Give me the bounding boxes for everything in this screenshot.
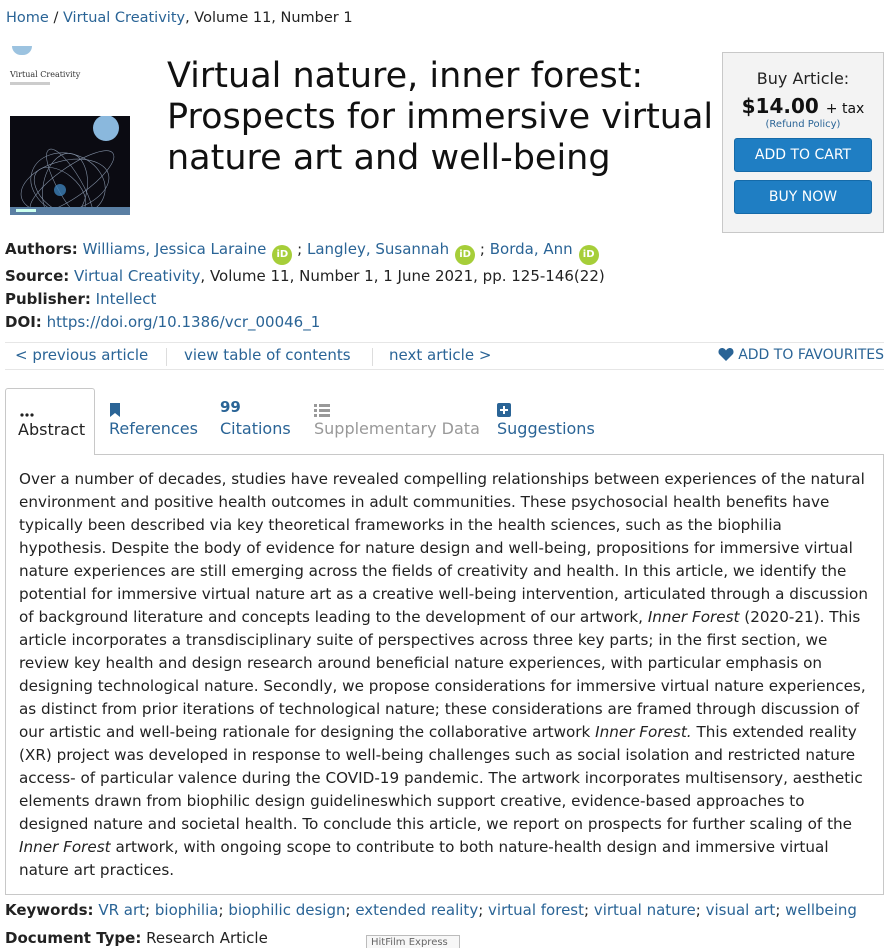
keyword-link[interactable]: biophilia: [155, 901, 219, 919]
document-type-row: Document Type: Research Article: [5, 929, 268, 947]
artwork-title: Inner Forest.: [595, 723, 692, 741]
authors-row: Authors: Williams, Jessica Laraine iD ; L…: [5, 238, 605, 265]
document-type-label: Document Type:: [5, 929, 142, 947]
article-navigation: < previous article view table of content…: [5, 342, 884, 370]
title-line-3: nature art and well-being: [167, 138, 611, 178]
price-tax: + tax: [825, 101, 865, 117]
cover-subtitle-bar: [10, 82, 50, 85]
tab-references-label: References: [109, 419, 198, 438]
table-of-contents-link[interactable]: view table of contents: [184, 346, 351, 364]
add-to-favourites-button[interactable]: ADD TO FAVOURITES: [718, 347, 884, 363]
breadcrumb-separator: /: [53, 10, 59, 26]
tab-abstract-label: Abstract: [18, 420, 86, 439]
heart-icon: [718, 348, 734, 361]
article-metadata: Authors: Williams, Jessica Laraine iD ; L…: [5, 238, 605, 334]
orcid-icon[interactable]: iD: [455, 245, 476, 265]
title-line-1: Virtual nature, inner forest:: [167, 56, 644, 96]
quote-icon: 99: [220, 398, 241, 416]
doi-label: DOI:: [5, 313, 42, 331]
keyword-link[interactable]: virtual forest: [488, 901, 584, 919]
source-details: , Volume 11, Number 1, 1 June 2021, pp. …: [200, 267, 605, 285]
artwork-title: Inner Forest: [647, 608, 740, 626]
keyword-separator: ;: [345, 901, 351, 919]
cover-decoration: [12, 46, 32, 55]
source-label: Source:: [5, 267, 70, 285]
publisher-link[interactable]: Intellect: [96, 290, 157, 308]
breadcrumb-home-link[interactable]: Home: [6, 10, 49, 26]
abstract-text-part: artwork, with ongoing scope to contribut…: [19, 838, 829, 879]
cover-journal-title: Virtual Creativity: [10, 70, 81, 79]
add-to-cart-button[interactable]: ADD TO CART: [734, 138, 872, 172]
cover-footer-bar: [10, 207, 130, 215]
keyword-separator: ;: [145, 901, 151, 919]
author-link[interactable]: Williams, Jessica Laraine: [83, 240, 267, 258]
keyword-link[interactable]: extended reality: [355, 901, 478, 919]
keyword-link[interactable]: wellbeing: [785, 901, 857, 919]
journal-cover-image[interactable]: Virtual Creativity: [7, 46, 130, 215]
keywords-label: Keywords:: [5, 901, 94, 919]
orcid-icon[interactable]: iD: [578, 245, 599, 265]
tab-citations[interactable]: 99 Citations: [206, 388, 298, 455]
source-row: Source: Virtual Creativity, Volume 11, N…: [5, 265, 605, 288]
keyword-separator: ;: [478, 901, 484, 919]
tab-suggestions[interactable]: Suggestions: [483, 388, 595, 455]
breadcrumb-issue: , Volume 11, Number 1: [185, 10, 353, 26]
price: $14.00 + tax: [723, 94, 883, 118]
keyword-link[interactable]: visual art: [706, 901, 776, 919]
authors-label: Authors:: [5, 240, 78, 258]
tab-supplementary-data[interactable]: Supplementary Data: [300, 388, 480, 455]
keyword-separator: ;: [695, 901, 701, 919]
keywords-row: Keywords: VR art; biophilia; biophilic d…: [5, 901, 857, 919]
refund-policy-link[interactable]: (Refund Policy): [723, 119, 883, 130]
article-tabs: Abstract References 99 Citations Supplem…: [5, 388, 884, 455]
tab-supplementary-data-label: Supplementary Data: [314, 419, 480, 438]
keyword-separator: ;: [584, 901, 590, 919]
keyword-separator: ;: [775, 901, 781, 919]
price-value: $14.00: [741, 94, 819, 118]
document-type-value: Research Article: [146, 929, 268, 947]
keyword-separator: ;: [218, 901, 224, 919]
keyword-link[interactable]: virtual nature: [594, 901, 696, 919]
doi-row: DOI: https://doi.org/10.1386/vcr_00046_1: [5, 311, 605, 334]
author-separator: ;: [297, 240, 303, 258]
author-link[interactable]: Borda, Ann: [490, 240, 573, 258]
publisher-label: Publisher:: [5, 290, 91, 308]
author-link[interactable]: Langley, Susannah: [307, 240, 449, 258]
artwork-title: Inner Forest: [19, 838, 111, 856]
next-article-link[interactable]: next article >: [389, 346, 491, 364]
doi-link[interactable]: https://doi.org/10.1386/vcr_00046_1: [47, 313, 321, 331]
breadcrumb: Home / Virtual Creativity, Volume 11, Nu…: [6, 10, 353, 26]
abstract-panel: Over a number of decades, studies have r…: [5, 454, 884, 895]
buy-article-box: Buy Article: $14.00 + tax (Refund Policy…: [722, 52, 884, 233]
orcid-icon[interactable]: iD: [272, 245, 293, 265]
add-to-favourites-label: ADD TO FAVOURITES: [738, 347, 884, 363]
buy-article-label: Buy Article:: [756, 69, 850, 88]
keyword-link[interactable]: VR art: [98, 901, 145, 919]
nav-divider: [166, 348, 167, 366]
nav-divider: [372, 348, 373, 366]
title-line-2: Prospects for immersive virtual: [167, 97, 714, 137]
source-journal-link[interactable]: Virtual Creativity: [74, 267, 200, 285]
cover-artwork: [10, 116, 130, 215]
abstract-text-part: (2020-21). This article incorporates a t…: [19, 608, 866, 741]
hitfilm-overlay-tooltip: HitFilm Express: [366, 935, 460, 948]
author-separator: ;: [479, 240, 485, 258]
keyword-link[interactable]: biophilic design: [228, 901, 345, 919]
buy-now-button[interactable]: BUY NOW: [734, 180, 872, 214]
article-title: Virtual nature, inner forest: Prospects …: [167, 56, 722, 179]
tab-citations-label: Citations: [220, 419, 291, 438]
tab-suggestions-label: Suggestions: [497, 419, 595, 438]
abstract-text: Over a number of decades, studies have r…: [19, 468, 870, 882]
abstract-text-part: Over a number of decades, studies have r…: [19, 470, 868, 626]
publisher-row: Publisher: Intellect: [5, 288, 605, 311]
tab-references[interactable]: References: [95, 388, 205, 455]
previous-article-link[interactable]: < previous article: [15, 346, 148, 364]
breadcrumb-journal-link[interactable]: Virtual Creativity: [63, 10, 185, 26]
tab-abstract[interactable]: Abstract: [5, 388, 95, 455]
